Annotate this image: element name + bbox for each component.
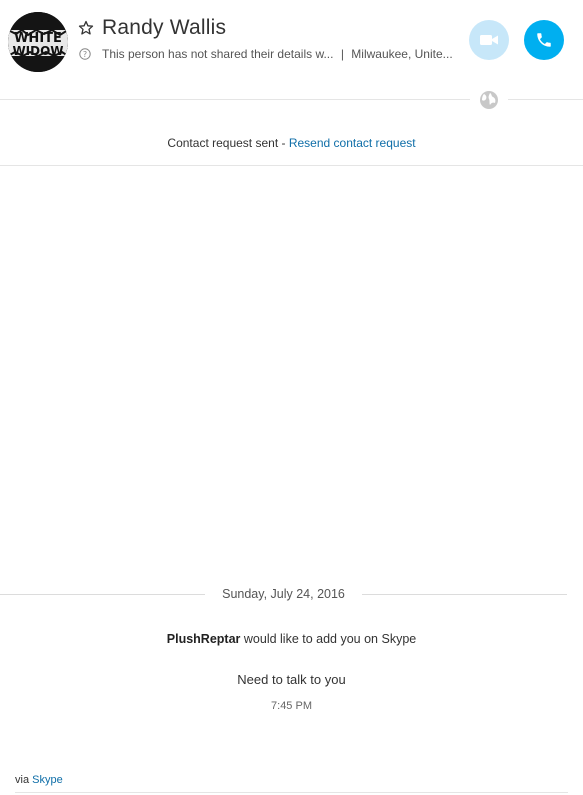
notice-divider [0,165,583,166]
video-camera-icon [480,35,498,45]
message-timestamp: 7:45 PM [271,700,312,712]
globe-button[interactable] [470,88,508,112]
question-circle-icon[interactable]: ? [79,48,91,60]
contact-request-notice: Contact request sent - Resend contact re… [0,136,583,150]
contact-request-message: PlushReptar would like to add you on Sky… [0,632,583,646]
video-call-button[interactable] [469,20,509,60]
date-line-left [0,594,205,595]
date-line-right [362,594,567,595]
resend-contact-request-link[interactable]: Resend contact request [289,136,416,150]
via-label-row: via Skype [15,774,63,786]
contact-avatar[interactable]: WHITE WIDOW [8,12,68,72]
contact-request-text: Contact request sent - [167,136,286,150]
contact-status-line: This person has not shared their details… [102,47,453,61]
favorite-star-icon[interactable] [78,20,94,36]
avatar-image: WHITE WIDOW [8,12,68,72]
contact-status-text: This person has not shared their details… [102,47,334,61]
conversation-header: WHITE WIDOW Randy Wallis ? This person h… [0,0,583,100]
date-separator: Sunday, July 24, 2016 [0,586,583,604]
request-text: would like to add you on Skype [243,632,417,646]
phone-icon [537,33,551,47]
contact-location: Milwaukee, Unite... [351,47,453,61]
footer-divider [15,792,568,793]
contact-name[interactable]: Randy Wallis [102,16,226,40]
status-separator: | [340,47,344,61]
svg-text:?: ? [83,50,87,59]
via-skype-link[interactable]: Skype [32,774,63,786]
via-label: via [15,774,30,786]
date-separator-text: Sunday, July 24, 2016 [222,587,345,601]
message-text: Need to talk to you [237,672,346,687]
globe-icon [480,91,498,109]
audio-call-button[interactable] [524,20,564,60]
request-sender-name[interactable]: PlushReptar [167,632,241,646]
